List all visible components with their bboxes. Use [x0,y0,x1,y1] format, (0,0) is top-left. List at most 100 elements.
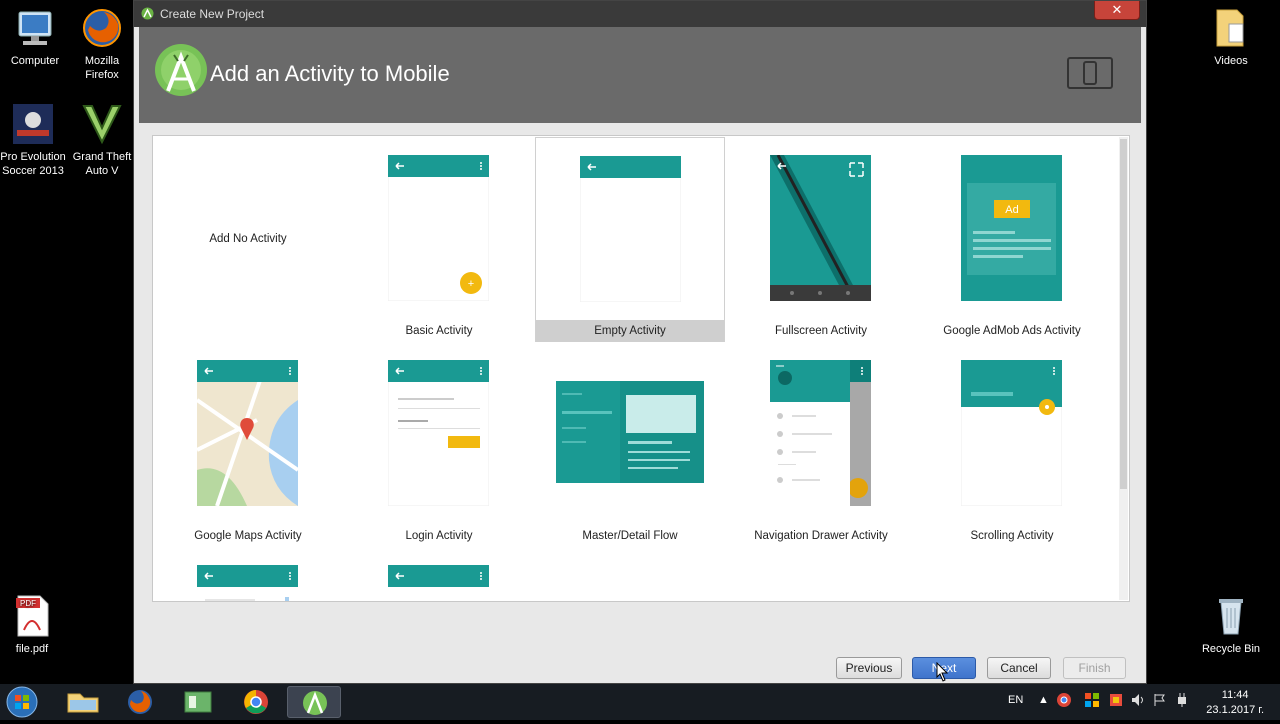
admob-activity-preview: Ad [961,155,1062,301]
game-gta-icon [80,102,124,146]
folder-icon [1209,6,1253,50]
folder-icon [67,693,99,713]
pdf-file-icon: PDF [10,594,54,638]
taskbar-android-studio[interactable] [287,686,341,718]
master-detail-preview [556,381,704,483]
recycle-bin-icon [1209,594,1253,638]
show-hidden-icons-chevron-up-icon[interactable]: ▲ [1038,694,1049,706]
mouse-cursor-icon [936,661,950,682]
taskbar-chrome[interactable] [229,686,283,718]
activity-card-admob[interactable]: Ad Google AdMob Ads Activity [917,137,1107,342]
login-activity-preview [387,359,490,507]
action-center-flag-icon[interactable] [1152,692,1168,711]
window-titlebar[interactable]: Create New Project ✕ [134,1,1146,27]
firefox-icon [80,6,124,50]
activity-label: Fullscreen Activity [774,325,868,337]
desktop-icon-computer[interactable]: Computer [0,6,70,68]
clock-date: 23.1.2017 г. [1206,704,1264,716]
activity-card-master-detail[interactable]: Master/Detail Flow [535,342,725,547]
taskbar-explorer[interactable] [56,686,110,718]
svg-text:+: + [468,278,474,290]
activity-card-login[interactable]: Login Activity [344,342,534,547]
desktop-icon-label: Firefox [85,69,119,81]
app-window-icon [184,691,212,713]
desktop-icon-label: Videos [1214,55,1248,67]
activity-label: Navigation Drawer Activity [754,530,888,542]
gallery-scrollbar[interactable] [1119,137,1128,600]
game-pes-icon [11,102,55,146]
navigation-drawer-preview [770,360,871,506]
activity-label: Google Maps Activity [194,530,302,542]
language-indicator[interactable]: EN [1008,694,1023,706]
activity-label: Scrolling Activity [970,530,1054,542]
desktop-icon-videos[interactable]: Videos [1196,6,1266,68]
activity-card-maps[interactable]: Google Maps Activity [153,342,343,547]
taskbar-clock[interactable]: 11:44 23.1.2017 г. [1206,688,1264,718]
tray-chrome-icon[interactable] [1056,692,1072,711]
desktop-icon-firefox[interactable]: Mozilla Firefox [67,6,137,82]
android-studio-icon [303,691,327,715]
ad-badge-text: Ad [1005,204,1018,216]
windows-start-icon [6,686,38,718]
activity-card-fullscreen[interactable]: Fullscreen Activity [726,137,916,342]
activity-label: Basic Activity [405,325,473,337]
desktop-icon-label: file.pdf [15,643,49,655]
maps-activity-preview [195,359,300,507]
basic-activity-preview: + [387,154,490,302]
activity-label: Empty Activity [536,320,724,342]
power-plug-icon[interactable] [1174,692,1190,711]
activity-card-scrolling[interactable]: Scrolling Activity [917,342,1107,547]
desktop-icon-label: Grand Theft [72,151,132,163]
create-new-project-window: Create New Project ✕ Add an Activity to … [133,0,1147,684]
activity-preview-partial [197,565,298,601]
desktop-icon-recycle-bin[interactable]: Recycle Bin [1196,594,1266,656]
taskbar-app[interactable] [171,686,225,718]
fullscreen-activity-preview [770,154,871,301]
desktop-icon-pdf[interactable]: PDF file.pdf [0,594,67,656]
taskbar-firefox[interactable] [113,686,167,718]
desktop-icon-label: Pro Evolution [0,151,66,163]
desktop-icon-gta[interactable]: Grand Theft Auto V [67,102,137,178]
dialog-heading: Add an Activity to Mobile [210,61,450,86]
activity-preview-partial [388,565,489,601]
activity-card-partial-1[interactable] [153,547,343,601]
window-title: Create New Project [160,7,265,21]
desktop-icon-label: Auto V [85,165,119,177]
activity-card-navigation-drawer[interactable]: Navigation Drawer Activity [726,342,916,547]
firefox-icon [128,690,152,714]
desktop-icon-label: Recycle Bin [1201,643,1261,655]
activity-card-basic[interactable]: + Basic Activity [344,137,534,342]
tray-app-icon[interactable] [1084,692,1100,711]
activity-label: Master/Detail Flow [582,530,678,542]
empty-activity-preview [579,155,682,303]
activity-label: Add No Activity [209,233,287,245]
desktop-icon-pes[interactable]: Pro Evolution Soccer 2013 [0,102,68,178]
activity-label: Login Activity [405,530,473,542]
desktop-icon-label: Computer [10,55,60,67]
tray-colorful-icon[interactable] [1108,692,1124,711]
pdf-badge: PDF [20,599,36,608]
scrollbar-thumb[interactable] [1120,139,1127,489]
cancel-button[interactable]: Cancel [987,657,1051,679]
activity-label: Google AdMob Ads Activity [943,325,1081,337]
finish-button[interactable]: Finish [1063,657,1126,679]
desktop-icon-label: Soccer 2013 [2,165,64,177]
android-studio-logo-icon [154,43,208,101]
volume-icon[interactable] [1130,692,1146,711]
computer-icon [13,6,57,50]
device-form-factor-icon [1067,57,1113,89]
taskbar: EN ▲ 11:44 23.1.2017 г. [0,684,1280,720]
activity-card-none[interactable]: Add No Activity [153,137,343,342]
android-studio-icon [141,7,154,20]
scrolling-activity-preview [960,359,1063,507]
previous-button[interactable]: Previous [836,657,902,679]
activity-gallery[interactable]: Add No Activity + Basic Activity Empty A… [152,135,1130,602]
clock-time: 11:44 [1221,689,1249,701]
activity-card-empty[interactable]: Empty Activity [535,137,725,342]
dialog-header: Add an Activity to Mobile [139,27,1141,123]
activity-card-partial-2[interactable] [344,547,534,601]
close-button[interactable]: ✕ [1094,1,1140,20]
desktop-icon-label: Mozilla [84,55,120,67]
start-button[interactable] [4,685,40,719]
chrome-icon [244,690,268,714]
